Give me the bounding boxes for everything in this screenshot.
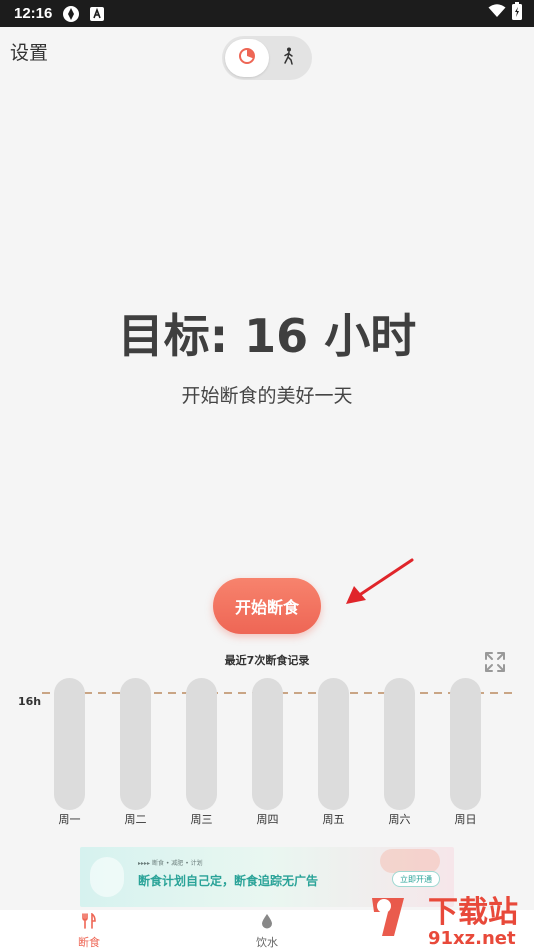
fork-knife-icon <box>82 912 96 932</box>
x-tick-label: 周四 <box>257 813 279 826</box>
bar-track <box>450 678 481 810</box>
watermark-domain: 91xz.net <box>428 928 516 949</box>
x-tick-label: 周二 <box>125 813 147 826</box>
ad-top-text: ▸▸▸▸ 断食 • 减肥 • 计划 <box>138 860 203 867</box>
x-tick-label: 周三 <box>191 813 213 826</box>
watermark-text: 下载站 <box>428 895 518 930</box>
timer-icon <box>238 47 256 69</box>
nav-label-water: 饮水 <box>256 935 278 949</box>
x-tick-label: 周六 <box>389 813 411 826</box>
status-time: 12:16 <box>14 5 53 22</box>
app-status-icon <box>62 5 80 23</box>
nav-item-water[interactable]: 饮水 <box>178 910 356 950</box>
nav-item-fasting[interactable]: 断食 <box>0 910 178 950</box>
target-line-label: 16h <box>18 695 41 708</box>
ad-decoration <box>380 849 440 873</box>
chart-title: 最近7次断食记录 <box>224 654 310 667</box>
settings-button[interactable]: 设置 <box>10 38 48 65</box>
x-tick-label: 周五 <box>323 813 345 826</box>
ad-decoration <box>90 857 124 897</box>
bar-track <box>54 678 85 810</box>
fasting-mode-option[interactable] <box>225 39 269 77</box>
battery-icon <box>512 2 522 25</box>
water-drop-icon <box>261 913 273 932</box>
fasting-record-chart: 16h 周一 周二 周三 周四 周五 周六 周日 <box>18 678 514 826</box>
annotation-arrow-icon <box>346 558 414 604</box>
x-tick-label: 周日 <box>455 813 477 826</box>
nav-label-fasting: 断食 <box>78 935 100 949</box>
bar-track <box>120 678 151 810</box>
walking-mode-option[interactable] <box>269 47 309 69</box>
a-status-icon <box>90 6 105 21</box>
status-bar: 12:16 <box>0 0 534 27</box>
bar-track <box>252 678 283 810</box>
start-fasting-button[interactable]: 开始断食 <box>213 578 321 634</box>
goal-title: 目标: 16 小时 <box>117 309 417 363</box>
ad-main-text: 断食计划自己定，断食追踪无广告 <box>138 874 319 888</box>
bar-track <box>318 678 349 810</box>
bar-track <box>186 678 217 810</box>
x-tick-label: 周一 <box>59 813 81 826</box>
wifi-icon <box>488 4 506 23</box>
mode-toggle[interactable] <box>222 36 312 80</box>
goal-subtitle: 开始断食的美好一天 <box>181 385 353 407</box>
watermark-logo: 下载站 91xz.net <box>372 895 518 949</box>
bar-track <box>384 678 415 810</box>
walking-person-icon <box>281 47 297 69</box>
